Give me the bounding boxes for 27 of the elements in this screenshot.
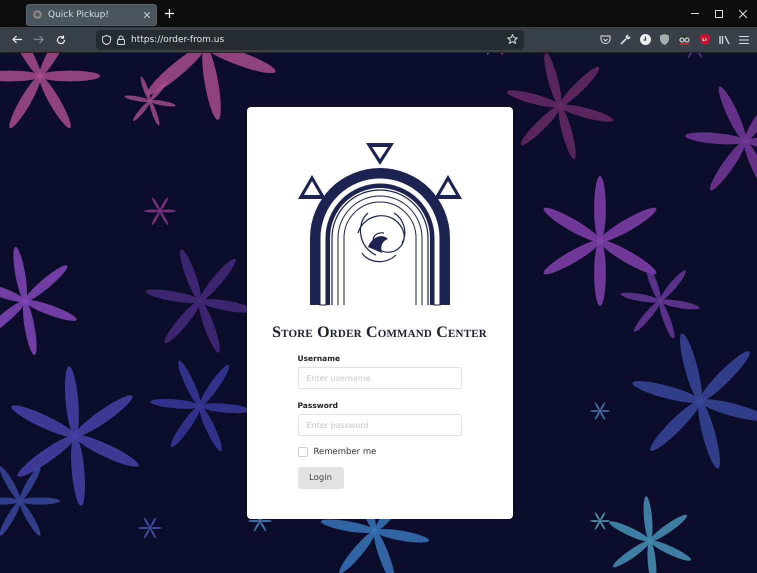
remember-label: Remember me bbox=[314, 447, 376, 457]
login-button[interactable]: Login bbox=[298, 467, 344, 489]
remember-checkbox[interactable] bbox=[298, 447, 308, 457]
lock-icon[interactable] bbox=[117, 34, 125, 44]
glasses-extension-icon[interactable] bbox=[678, 34, 691, 45]
shield-icon[interactable] bbox=[102, 34, 111, 44]
ublock-icon[interactable] bbox=[700, 34, 710, 45]
tab-title: Quick Pickup! bbox=[48, 10, 110, 20]
close-tab-icon[interactable] bbox=[144, 12, 150, 18]
pocket-icon[interactable] bbox=[600, 34, 611, 44]
back-arrow-icon[interactable] bbox=[12, 35, 22, 44]
wrench-icon[interactable] bbox=[620, 34, 631, 45]
shield-extension-icon[interactable] bbox=[660, 34, 669, 45]
url-text: https://order-from.us bbox=[131, 34, 226, 44]
library-icon[interactable] bbox=[719, 34, 730, 44]
reload-icon[interactable] bbox=[56, 34, 66, 44]
new-tab-icon[interactable] bbox=[165, 9, 174, 18]
menu-icon[interactable] bbox=[739, 36, 749, 44]
address-bar[interactable]: https://order-from.us bbox=[96, 30, 524, 50]
star-icon[interactable] bbox=[507, 34, 518, 45]
forward-arrow-icon[interactable] bbox=[34, 35, 44, 44]
browser-tab[interactable]: Quick Pickup! bbox=[26, 4, 157, 26]
app-title: Store Order Command Center bbox=[272, 324, 487, 342]
close-icon[interactable] bbox=[739, 10, 747, 18]
globe-icon bbox=[33, 10, 42, 19]
maximize-icon[interactable] bbox=[715, 10, 723, 18]
clock-extension-icon[interactable] bbox=[640, 34, 651, 45]
